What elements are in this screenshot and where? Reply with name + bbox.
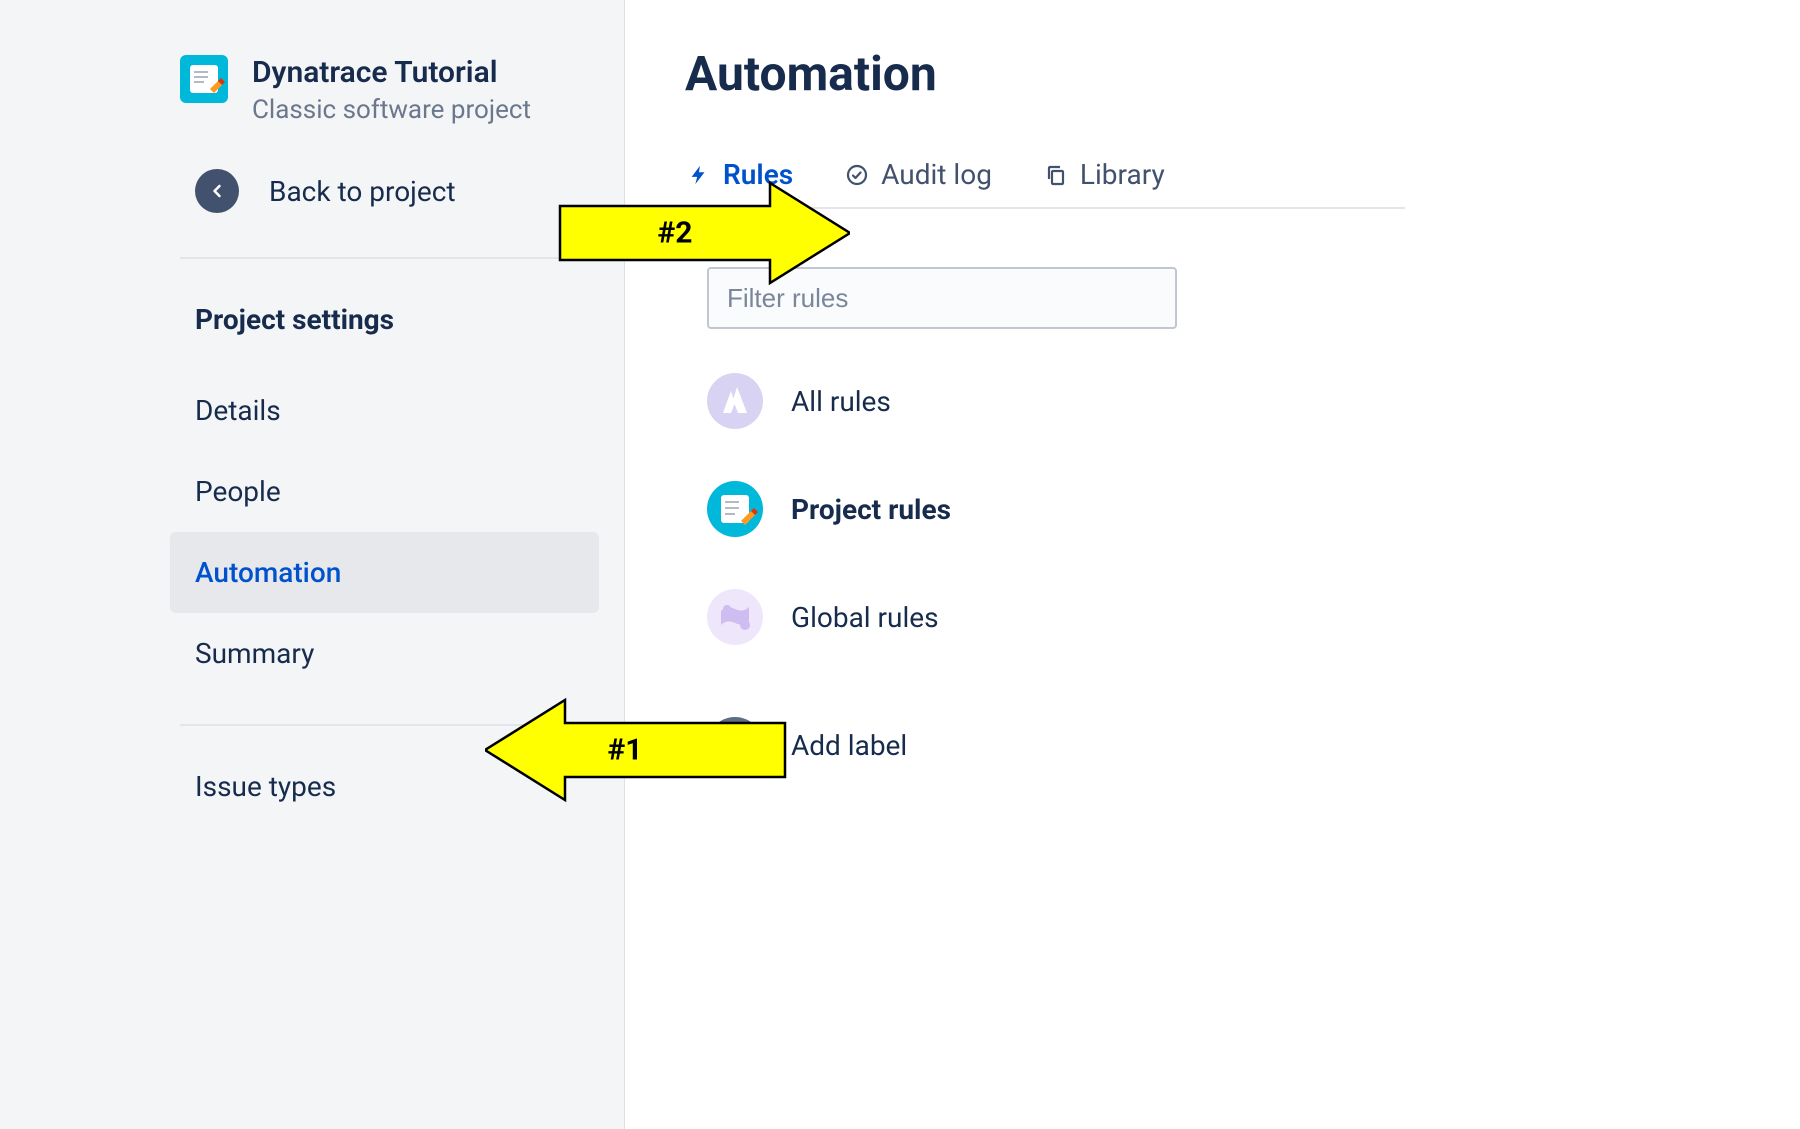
arrow-left-circle-icon	[195, 169, 239, 213]
tab-label: Audit log	[881, 158, 992, 191]
annotation-arrow-1: #1	[485, 695, 795, 805]
back-to-project-label: Back to project	[269, 175, 456, 208]
rule-group-list: All rules Project rules Global rules	[707, 329, 1730, 773]
sidebar-item-summary[interactable]: Summary	[0, 613, 624, 694]
annotation-arrow-2: #2	[550, 178, 850, 288]
add-label-button[interactable]: Add label	[707, 717, 1730, 773]
rule-group-label: Project rules	[791, 493, 951, 526]
notes-edit-icon	[707, 481, 763, 537]
main-content: Automation Rules Audit log Library	[625, 0, 1800, 1129]
rule-group-project-rules[interactable]: Project rules	[707, 481, 1730, 537]
rule-group-label: Global rules	[791, 601, 939, 634]
sidebar-item-automation[interactable]: Automation	[170, 532, 599, 613]
add-label-text: Add label	[791, 729, 907, 762]
sidebar-item-people[interactable]: People	[0, 451, 624, 532]
page-title: Automation	[685, 45, 1730, 102]
project-header: Dynatrace Tutorial Classic software proj…	[0, 55, 624, 125]
globe-icon	[707, 589, 763, 645]
tab-library[interactable]: Library	[1042, 158, 1167, 207]
rule-group-global-rules[interactable]: Global rules	[707, 589, 1730, 645]
sidebar-item-details[interactable]: Details	[0, 370, 624, 451]
copy-icon	[1044, 163, 1068, 187]
project-settings-heading: Project settings	[0, 259, 624, 336]
rule-group-label: All rules	[791, 385, 891, 418]
back-to-project-link[interactable]: Back to project	[0, 125, 624, 257]
tab-audit-log[interactable]: Audit log	[843, 158, 994, 207]
project-avatar-icon	[180, 55, 228, 103]
rule-group-all-rules[interactable]: All rules	[707, 373, 1730, 429]
project-type-label: Classic software project	[252, 95, 531, 125]
atlassian-logo-icon	[707, 373, 763, 429]
tab-label: Library	[1080, 158, 1165, 191]
project-title: Dynatrace Tutorial	[252, 55, 531, 91]
sidebar: Dynatrace Tutorial Classic software proj…	[0, 0, 625, 1129]
